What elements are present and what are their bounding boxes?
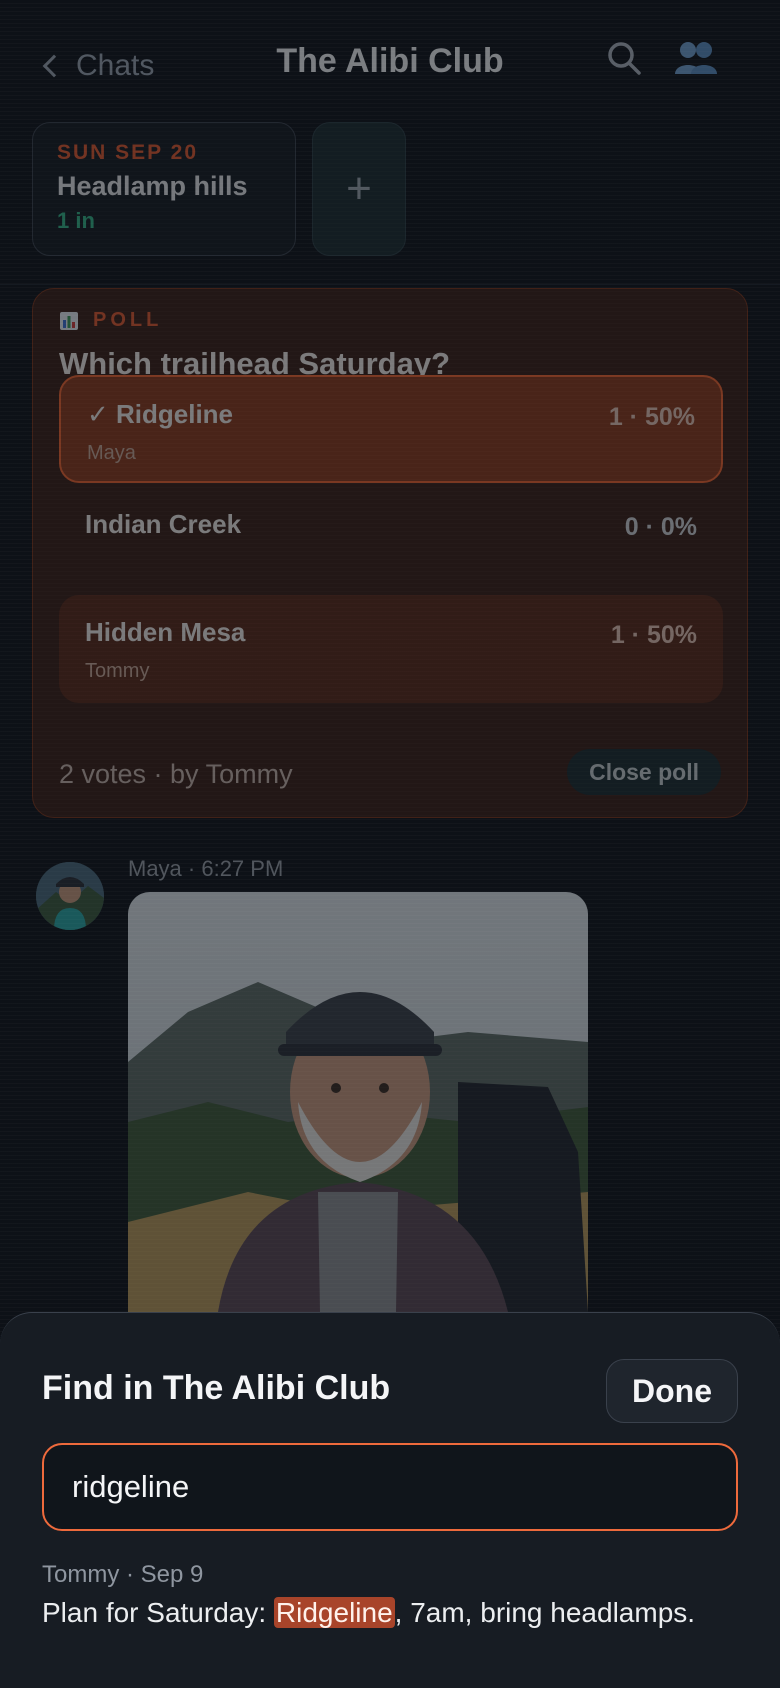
- avatar-image: [36, 862, 104, 930]
- poll-option-stat: 0 · 0%: [624, 513, 697, 541]
- poll-option-ridgeline[interactable]: ✓ Ridgeline Maya 1 · 50%: [59, 375, 723, 483]
- poll-option-hidden-mesa[interactable]: Hidden Mesa Tommy 1 · 50%: [59, 595, 723, 703]
- event-date: SUN SEP 20: [57, 141, 199, 164]
- done-button[interactable]: Done: [606, 1359, 738, 1423]
- chat-screen: Chats The Alibi Club SUN SEP 20 Headlamp…: [0, 0, 780, 1688]
- poll-option-stat: 1 · 50%: [610, 621, 697, 649]
- search-result-meta: Tommy · Sep 9: [42, 1561, 204, 1588]
- find-search-input[interactable]: [42, 1443, 738, 1531]
- poll-card: POLL Which trailhead Saturday? ✓ Ridgeli…: [32, 288, 748, 818]
- search-result[interactable]: Plan for Saturday: Ridgeline, 7am, bring…: [42, 1597, 695, 1629]
- poll-option-label: ✓ Ridgeline: [87, 399, 234, 429]
- chat-title: The Alibi Club: [276, 42, 504, 80]
- poll-option-indian-creek[interactable]: Indian Creek 0 · 0%: [59, 487, 723, 595]
- add-event-button[interactable]: +: [312, 122, 406, 256]
- poll-tag-label: POLL: [93, 309, 163, 331]
- poll-tag: POLL: [59, 309, 721, 332]
- result-match-highlight: Ridgeline: [273, 1597, 395, 1628]
- search-icon[interactable]: [606, 40, 642, 76]
- people-icon[interactable]: [674, 40, 718, 76]
- event-card[interactable]: SUN SEP 20 Headlamp hills 1 in: [32, 122, 296, 256]
- message-photo[interactable]: [128, 892, 588, 1312]
- hiker-photo: [128, 892, 588, 1312]
- back-label: Chats: [76, 49, 155, 82]
- chevron-left-icon: [42, 54, 66, 78]
- event-attendee-count: 1 in: [57, 208, 95, 233]
- result-text-after: , 7am, bring headlamps.: [394, 1597, 696, 1628]
- divider: [0, 284, 780, 285]
- result-text-before: Plan for Saturday:: [42, 1597, 274, 1628]
- poll-option-label: Indian Creek: [85, 509, 242, 539]
- avatar[interactable]: [36, 862, 104, 930]
- back-button[interactable]: Chats: [40, 44, 154, 88]
- chat-header: Chats The Alibi Club: [0, 0, 780, 120]
- event-name: Headlamp hills: [57, 171, 248, 201]
- close-poll-button[interactable]: Close poll: [567, 749, 721, 795]
- message-meta: Maya · 6:27 PM: [128, 856, 284, 881]
- poll-option-voter: Maya: [87, 442, 136, 464]
- bar-chart-icon: [60, 311, 78, 330]
- poll-footer: 2 votes · by Tommy: [59, 759, 293, 789]
- poll-option-voter: Tommy: [85, 660, 150, 682]
- find-sheet: Find in The Alibi Club Done Tommy · Sep …: [0, 1312, 780, 1688]
- poll-option-label: Hidden Mesa: [85, 617, 246, 647]
- find-title: Find in The Alibi Club: [42, 1369, 391, 1407]
- poll-option-stat: 1 · 50%: [608, 403, 695, 431]
